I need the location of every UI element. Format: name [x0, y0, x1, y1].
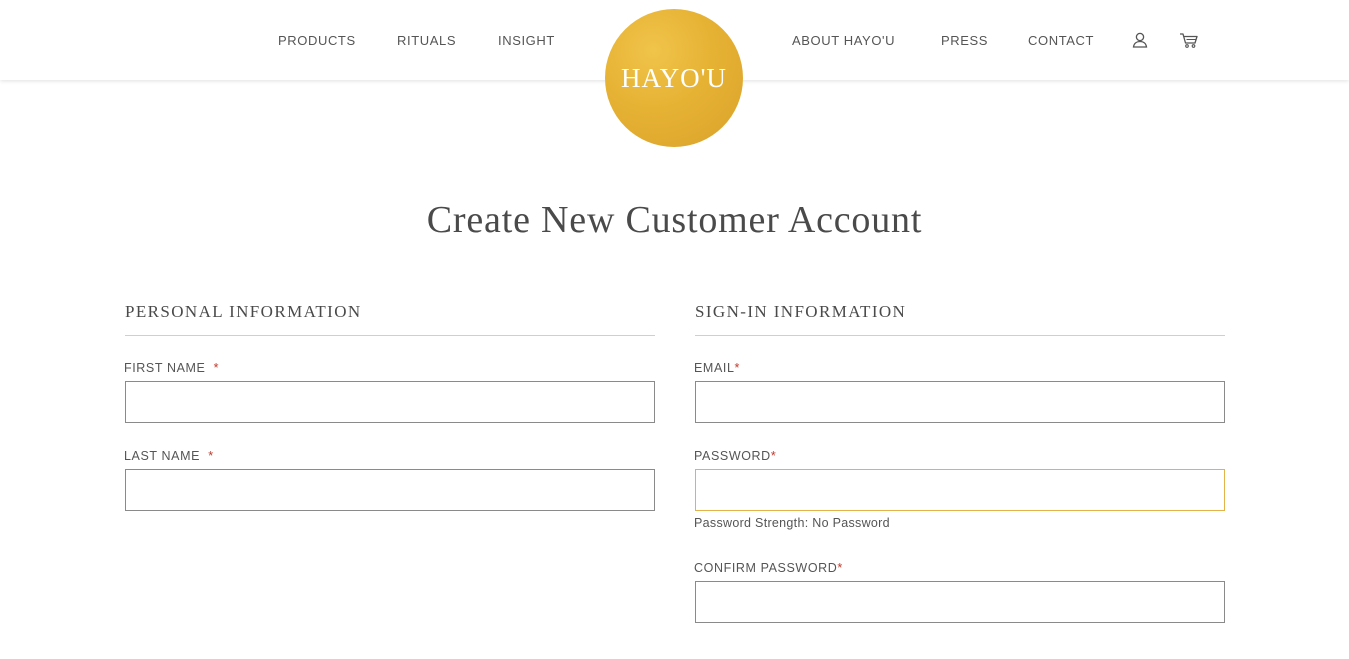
email-label: EMAIL* — [694, 361, 740, 375]
email-label-text: EMAIL — [694, 361, 735, 375]
confirm-password-label: CONFIRM PASSWORD* — [694, 561, 843, 575]
password-label: PASSWORD* — [694, 449, 776, 463]
cart-icon[interactable] — [1179, 31, 1199, 49]
first-name-input[interactable] — [125, 381, 655, 423]
nav-products[interactable]: PRODUCTS — [278, 33, 356, 48]
logo-text: HAYO'U — [621, 62, 727, 93]
first-name-label-text: FIRST NAME — [124, 361, 206, 375]
email-input[interactable] — [695, 381, 1225, 423]
signin-info-heading: SIGN-IN INFORMATION — [695, 302, 1225, 336]
brand-logo[interactable]: HAYO'U — [605, 9, 743, 147]
password-input[interactable] — [695, 469, 1225, 511]
nav-rituals[interactable]: RITUALS — [397, 33, 456, 48]
nav-insight[interactable]: INSIGHT — [498, 33, 555, 48]
last-name-input[interactable] — [125, 469, 655, 511]
nav-contact[interactable]: CONTACT — [1028, 33, 1094, 48]
first-name-label: FIRST NAME * — [124, 361, 219, 375]
last-name-label: LAST NAME * — [124, 449, 214, 463]
user-icon[interactable] — [1131, 31, 1149, 49]
required-mark: * — [770, 449, 777, 463]
confirm-password-label-text: CONFIRM PASSWORD — [694, 561, 838, 575]
confirm-password-input[interactable] — [695, 581, 1225, 623]
nav-about[interactable]: ABOUT HAYO'U — [792, 33, 895, 48]
password-strength-meter: Password Strength: No Password — [694, 516, 890, 530]
required-mark: * — [208, 449, 214, 463]
password-label-text: PASSWORD — [694, 449, 771, 463]
personal-info-heading: PERSONAL INFORMATION — [125, 302, 655, 336]
required-mark: * — [837, 561, 843, 575]
required-mark: * — [734, 361, 740, 375]
page-title: Create New Customer Account — [426, 199, 923, 241]
last-name-label-text: LAST NAME — [124, 449, 201, 463]
required-mark: * — [213, 361, 220, 375]
nav-press[interactable]: PRESS — [941, 33, 988, 48]
